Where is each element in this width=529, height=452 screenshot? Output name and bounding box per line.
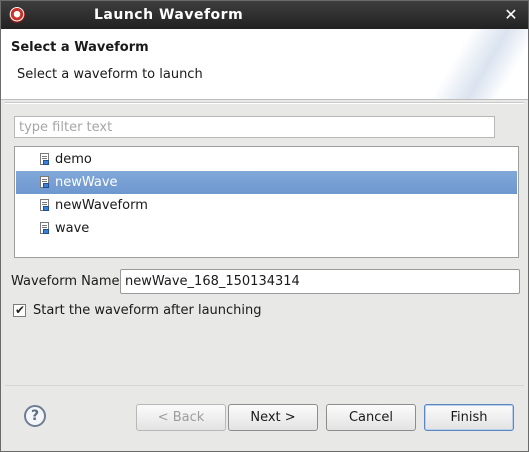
tree-item-wave[interactable]: wave [16, 217, 517, 240]
banner-graphic [418, 29, 528, 99]
tree-item-newwaveform[interactable]: newWaveform [16, 194, 517, 217]
tree-item-newwave[interactable]: newWave [16, 171, 517, 194]
footer-separator [5, 385, 524, 386]
waveform-file-icon [40, 153, 49, 165]
launch-waveform-dialog: Launch Waveform ✕ Select a Waveform Sele… [0, 0, 529, 452]
header-separator [5, 102, 524, 104]
waveform-name-label: Waveform Name: [11, 274, 124, 289]
back-button[interactable]: < Back [136, 404, 226, 431]
waveform-file-icon [40, 199, 49, 211]
close-button[interactable]: ✕ [502, 6, 520, 24]
tree-item-demo[interactable]: demo [16, 148, 517, 171]
tree-item-label: newWave [55, 175, 118, 190]
finish-button[interactable]: Finish [424, 404, 514, 431]
wizard-page-description: Select a waveform to launch [17, 67, 203, 82]
waveform-tree[interactable]: demo newWave newWaveform wave [14, 146, 519, 258]
wizard-page-title: Select a Waveform [11, 40, 149, 55]
title-bar[interactable]: Launch Waveform ✕ [1, 1, 528, 29]
tree-item-label: wave [55, 221, 90, 236]
start-after-launch-checkbox[interactable]: ✔ [13, 303, 26, 317]
waveform-name-input[interactable] [120, 269, 520, 294]
filter-input[interactable] [14, 116, 495, 138]
next-button[interactable]: Next > [228, 404, 318, 431]
window-title: Launch Waveform [94, 7, 244, 23]
wizard-header: Select a Waveform Select a waveform to l… [1, 29, 528, 100]
app-logo-icon [9, 7, 25, 23]
checkmark-icon: ✔ [15, 303, 26, 317]
waveform-file-icon [40, 176, 49, 188]
waveform-file-icon [40, 222, 49, 234]
tree-item-label: newWaveform [55, 198, 148, 213]
cancel-button[interactable]: Cancel [326, 404, 416, 431]
start-after-launch-label[interactable]: Start the waveform after launching [33, 303, 262, 318]
tree-item-label: demo [55, 152, 92, 167]
help-icon[interactable]: ? [24, 405, 46, 427]
